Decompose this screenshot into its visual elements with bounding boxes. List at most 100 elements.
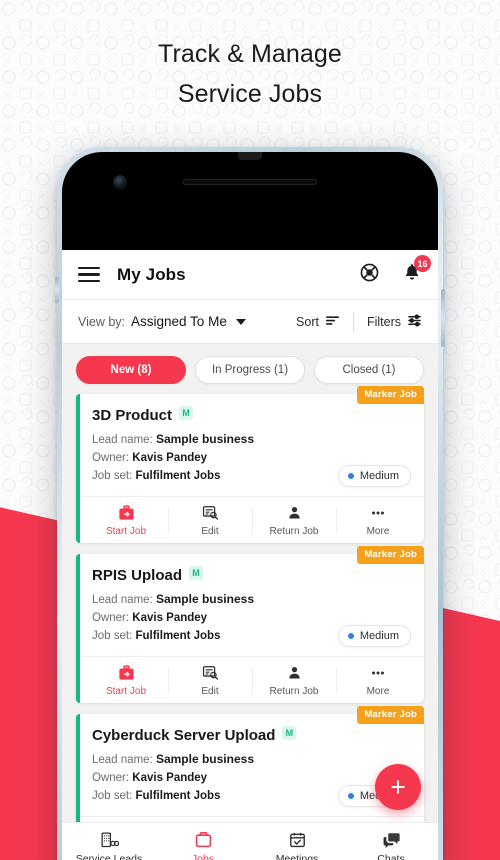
headline-line-2: Service Jobs [177, 80, 323, 108]
nav-label-meetings: Meetings [275, 852, 319, 860]
m-badge: M [282, 725, 297, 740]
owner-label: Owner: [92, 612, 130, 624]
nav-item-chats[interactable]: Chats [344, 831, 438, 860]
filters-label: Filters [366, 314, 401, 329]
edit-button[interactable]: Edit [168, 664, 252, 697]
edit-label: Edit [201, 526, 219, 537]
nav-item-service-leads[interactable]: Service Leads [62, 831, 156, 860]
priority-chip[interactable]: Medium [337, 465, 411, 487]
priority-label: Medium [359, 630, 399, 642]
job-card-body: Cyberduck Server Upload M Lead name: Sam… [76, 714, 424, 816]
form-edit-icon [202, 504, 219, 522]
building-icon [100, 831, 119, 850]
sort-button[interactable]: Sort [296, 314, 340, 329]
ellipsis-icon [369, 504, 387, 522]
app-title: My Jobs [117, 264, 186, 284]
phone-notch [238, 152, 262, 160]
job-card[interactable]: Marker Job RPIS Upload M Lead name: Samp… [76, 546, 424, 703]
more-button[interactable]: More [336, 504, 420, 537]
filters-button[interactable]: Filters [366, 313, 422, 330]
start-job-button[interactable]: Start Job [84, 504, 168, 537]
start-job-button[interactable]: Start Job [84, 664, 168, 697]
headline-line-1: Track & Manage [158, 40, 342, 68]
view-by-label: View by: [78, 314, 126, 329]
earpiece-speaker [182, 179, 318, 185]
job-title-row: Cyberduck Server Upload M [92, 725, 410, 744]
form-edit-icon [202, 664, 219, 682]
lead-name-row: Lead name: Sample business [92, 430, 410, 449]
view-by-value[interactable]: Assigned To Me [131, 314, 227, 329]
calendar-check-icon [288, 831, 307, 850]
tab-closed[interactable]: Closed (1) [314, 356, 424, 384]
m-badge: M [179, 405, 194, 420]
bottom-navigation: Service Leads Jobs Meetings Chats [62, 822, 438, 860]
job-set-value: Fulfilment Jobs [135, 470, 221, 482]
lead-name-label: Lead name: [92, 754, 153, 766]
lifebuoy-icon[interactable] [359, 262, 380, 288]
job-title-row: RPIS Upload M [92, 565, 410, 584]
edit-button[interactable]: Edit [168, 504, 252, 537]
more-label: More [366, 526, 390, 537]
sort-label: Sort [296, 314, 319, 329]
chat-bubbles-icon [382, 831, 401, 850]
lead-name-value: Sample business [155, 432, 254, 446]
tab-in-progress[interactable]: In Progress (1) [195, 356, 305, 384]
page-title: Track & Manage Service Jobs [0, 36, 500, 112]
plus-icon: + [390, 771, 406, 802]
return-job-button[interactable]: Return Job [252, 664, 336, 697]
start-job-label: Start Job [105, 526, 147, 537]
phone-mockup: My Jobs 16 View by: Assigned To Me Sort … [55, 147, 445, 860]
lead-name-row: Lead name: Sample business [92, 590, 410, 609]
start-job-label: Start Job [105, 686, 147, 697]
hamburger-icon[interactable] [78, 263, 100, 286]
power-button[interactable] [441, 289, 445, 347]
bell-icon[interactable]: 16 [402, 255, 431, 287]
job-set-label: Job set: [92, 790, 133, 802]
lead-name-label: Lead name: [92, 434, 153, 446]
nav-item-meetings[interactable]: Meetings [250, 831, 344, 860]
tab-new[interactable]: New (8) [76, 356, 186, 384]
toolbar-divider [352, 311, 354, 332]
volume-button[interactable] [55, 277, 59, 303]
lead-name-value: Sample business [155, 752, 254, 766]
chevron-down-icon[interactable] [235, 318, 246, 325]
job-card-body: RPIS Upload M Lead name: Sample business… [76, 554, 424, 656]
notification-badge: 16 [414, 255, 431, 272]
owner-label: Owner: [92, 772, 130, 784]
filter-sliders-icon [407, 313, 422, 330]
more-label: More [366, 686, 390, 697]
nav-label-jobs: Jobs [191, 852, 215, 860]
job-title: Cyberduck Server Upload [92, 727, 276, 744]
edit-label: Edit [201, 686, 219, 697]
more-button[interactable]: More [336, 664, 420, 697]
lead-name-label: Lead name: [92, 594, 153, 606]
sort-icon [325, 314, 340, 329]
job-set-label: Job set: [92, 630, 133, 642]
return-job-button[interactable]: Return Job [252, 504, 336, 537]
lead-name-value: Sample business [155, 592, 254, 606]
add-job-fab[interactable]: + [375, 764, 421, 810]
nav-item-jobs[interactable]: Jobs [156, 831, 250, 860]
view-filter-bar: View by: Assigned To Me Sort Filters [62, 300, 438, 344]
job-set-value: Fulfilment Jobs [135, 790, 221, 802]
view-bar-tools: Sort Filters [296, 311, 422, 332]
job-card-actions: Start Job Edit [80, 496, 424, 543]
job-card[interactable]: Marker Job 3D Product M Lead name: Sampl… [76, 386, 424, 543]
job-card-body: 3D Product M Lead name: Sample business … [76, 394, 424, 496]
return-job-label: Return Job [269, 686, 319, 697]
person-icon [286, 664, 303, 682]
priority-dot-icon [347, 793, 354, 799]
owner-label: Owner: [92, 452, 130, 464]
job-set-label: Job set: [92, 470, 133, 482]
app-bar: My Jobs 16 [62, 250, 438, 300]
owner-value: Kavis Pandey [132, 612, 208, 624]
person-icon [286, 504, 303, 522]
app-bar-actions: 16 [359, 255, 431, 288]
priority-label: Medium [359, 470, 399, 482]
return-job-label: Return Job [269, 526, 319, 537]
front-camera-icon [114, 176, 126, 188]
job-title-row: 3D Product M [92, 405, 410, 424]
owner-value: Kavis Pandey [132, 452, 208, 464]
lead-name-row: Lead name: Sample business [92, 750, 410, 769]
priority-chip[interactable]: Medium [337, 625, 411, 647]
